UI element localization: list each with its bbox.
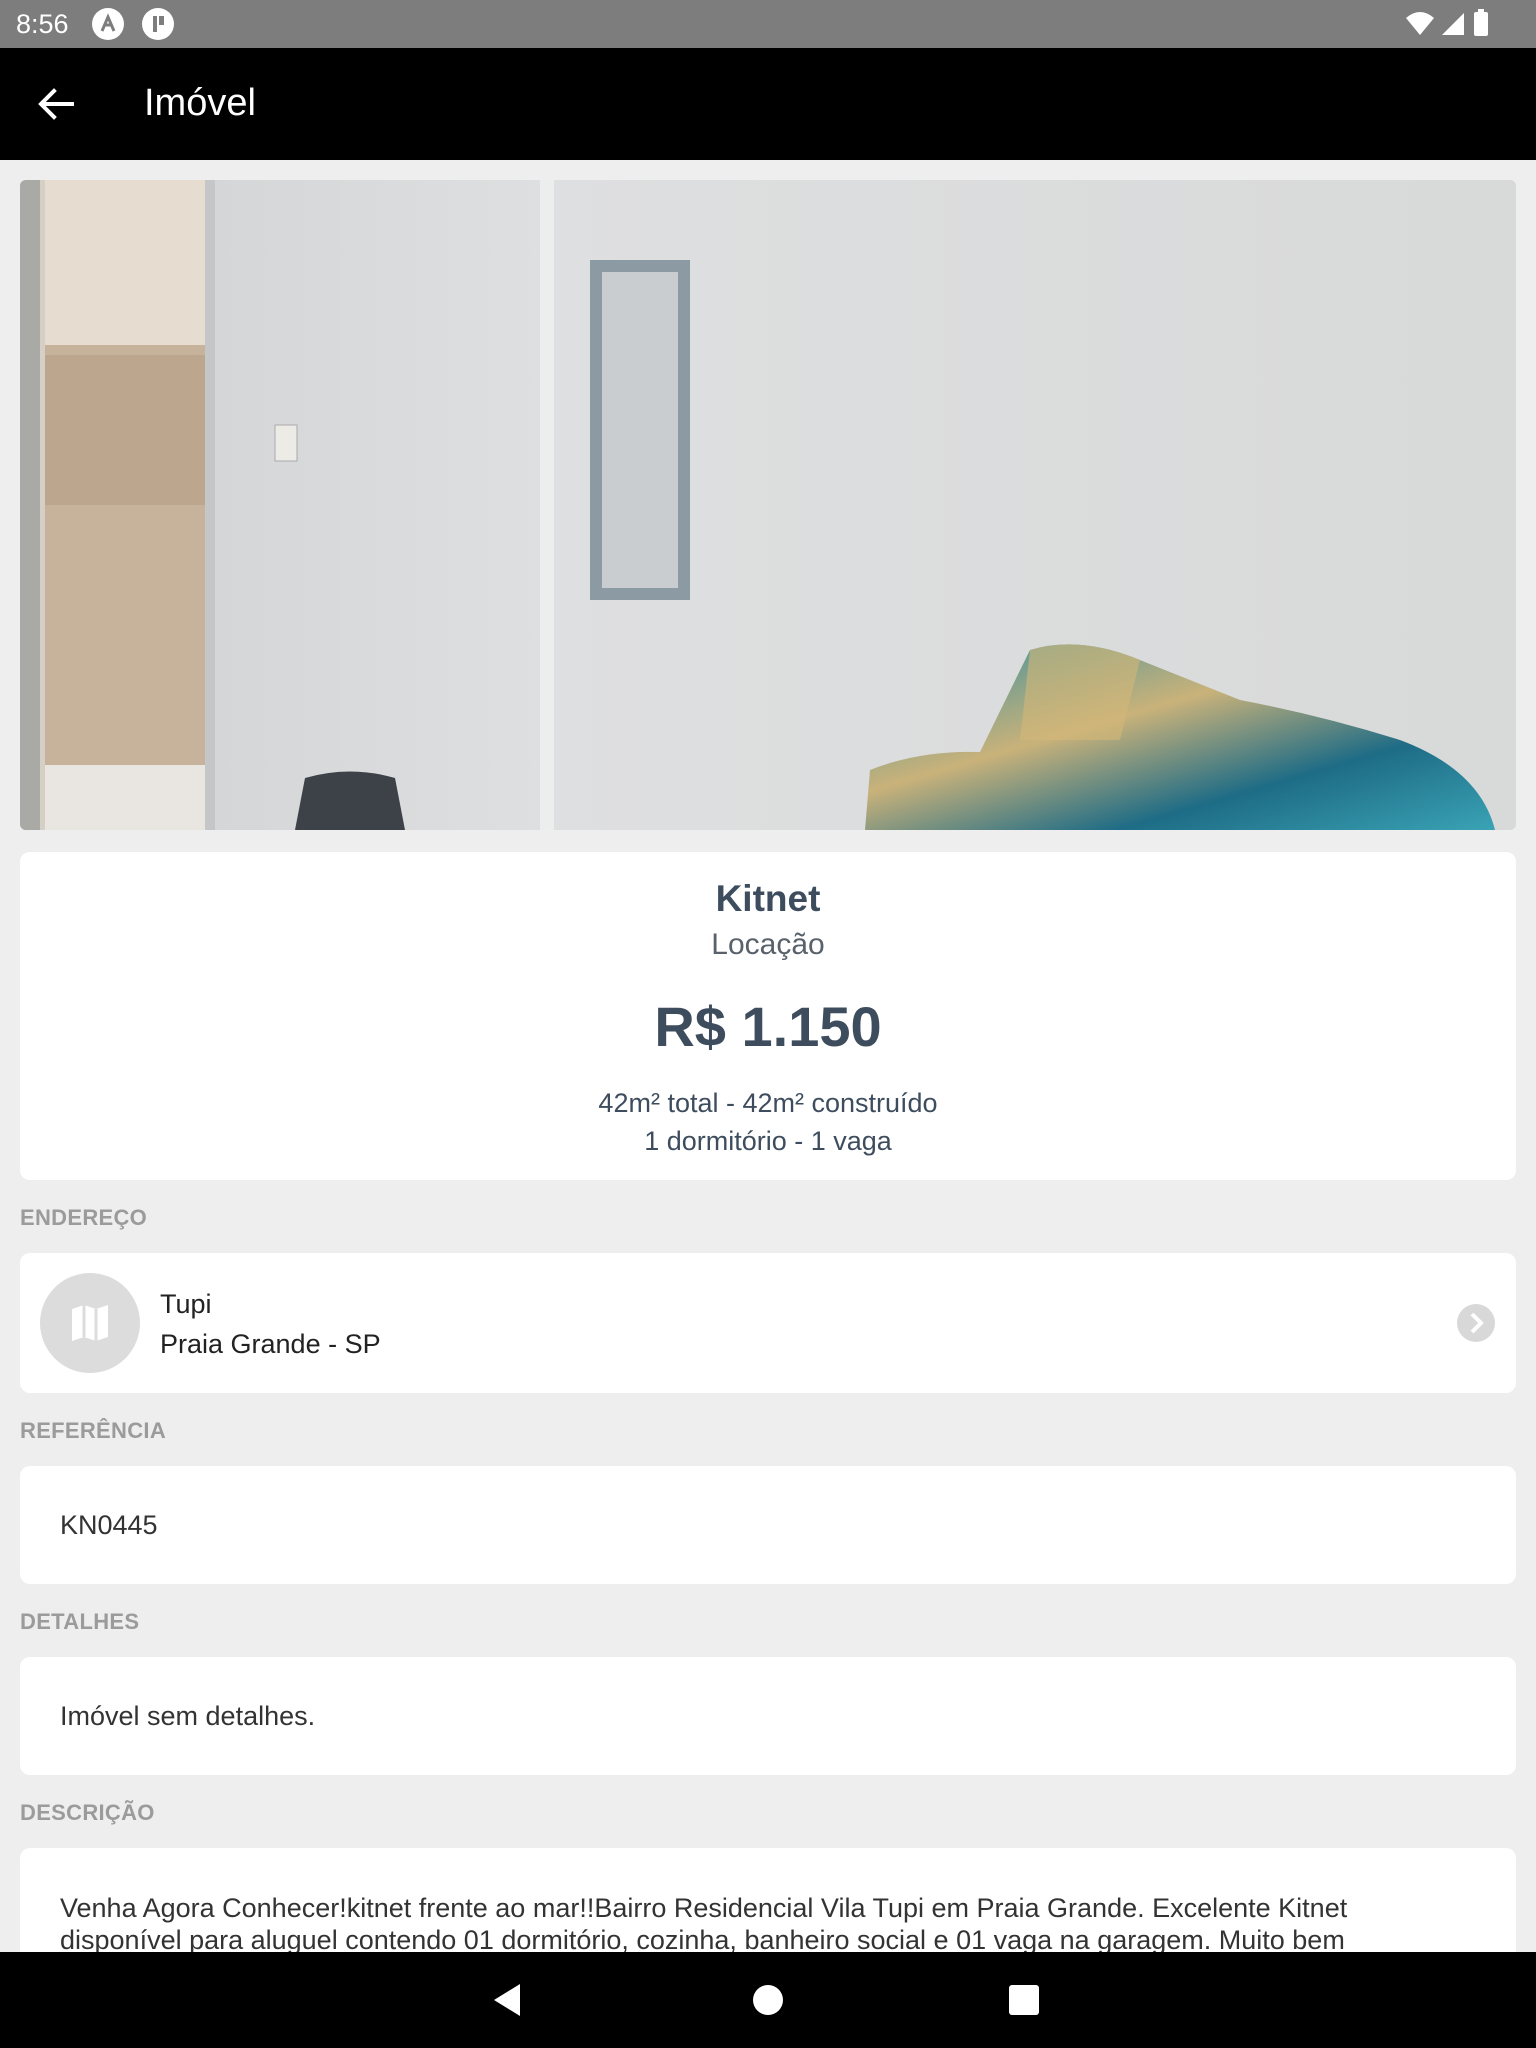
details-text: Imóvel sem detalhes. [60, 1701, 316, 1731]
arrow-left-icon [38, 88, 74, 120]
status-icons [1402, 8, 1522, 40]
page-title: Imóvel [144, 82, 256, 124]
property-summary-card: Kitnet Locação R$ 1.150 42m² total - 42m… [20, 852, 1516, 1180]
map-icon [40, 1273, 140, 1373]
description-text: Venha Agora Conhecer!kitnet frente ao ma… [60, 1893, 1348, 1955]
notification-app-icon-2 [142, 8, 174, 40]
reference-section-label: REFERÊNCIA [20, 1418, 167, 1443]
triangle-back-icon [494, 1984, 520, 2016]
reference-code: KN0445 [60, 1510, 158, 1540]
address-card[interactable]: Tupi Praia Grande - SP [20, 1253, 1516, 1393]
address-neighborhood: Tupi [160, 1289, 212, 1319]
status-time: 8:56 [16, 9, 69, 39]
property-deal-type: Locação [711, 928, 825, 961]
nav-back-button[interactable] [486, 1976, 534, 2024]
nav-recents-button[interactable] [1000, 1976, 1048, 2024]
status-bar: 8:56 [0, 0, 1536, 48]
address-city: Praia Grande - SP [160, 1329, 381, 1359]
reference-card: KN0445 [20, 1466, 1516, 1584]
circle-home-icon [753, 1985, 783, 2015]
property-price: R$ 1.150 [654, 995, 882, 1058]
square-recents-icon [1009, 1985, 1039, 2015]
back-button[interactable] [30, 78, 82, 130]
notification-app-icon [92, 8, 124, 40]
battery-icon [1474, 9, 1488, 36]
nav-home-button[interactable] [744, 1976, 792, 2024]
app-bar: Imóvel [0, 48, 1536, 160]
signal-icon [1442, 13, 1464, 35]
description-section-label: DESCRIÇÃO [20, 1800, 155, 1825]
details-card: Imóvel sem detalhes. [20, 1657, 1516, 1775]
property-photo[interactable] [20, 180, 1516, 830]
property-type: Kitnet [715, 878, 821, 919]
details-section-label: DETALHES [20, 1609, 140, 1634]
wifi-icon [1406, 12, 1434, 35]
chevron-right-circle-icon [1456, 1303, 1496, 1343]
property-area: 42m² total - 42m² construído [598, 1088, 938, 1118]
address-section-label: ENDEREÇO [20, 1205, 148, 1230]
property-rooms: 1 dormitório - 1 vaga [644, 1126, 892, 1156]
system-nav-bar [0, 1952, 1536, 2048]
